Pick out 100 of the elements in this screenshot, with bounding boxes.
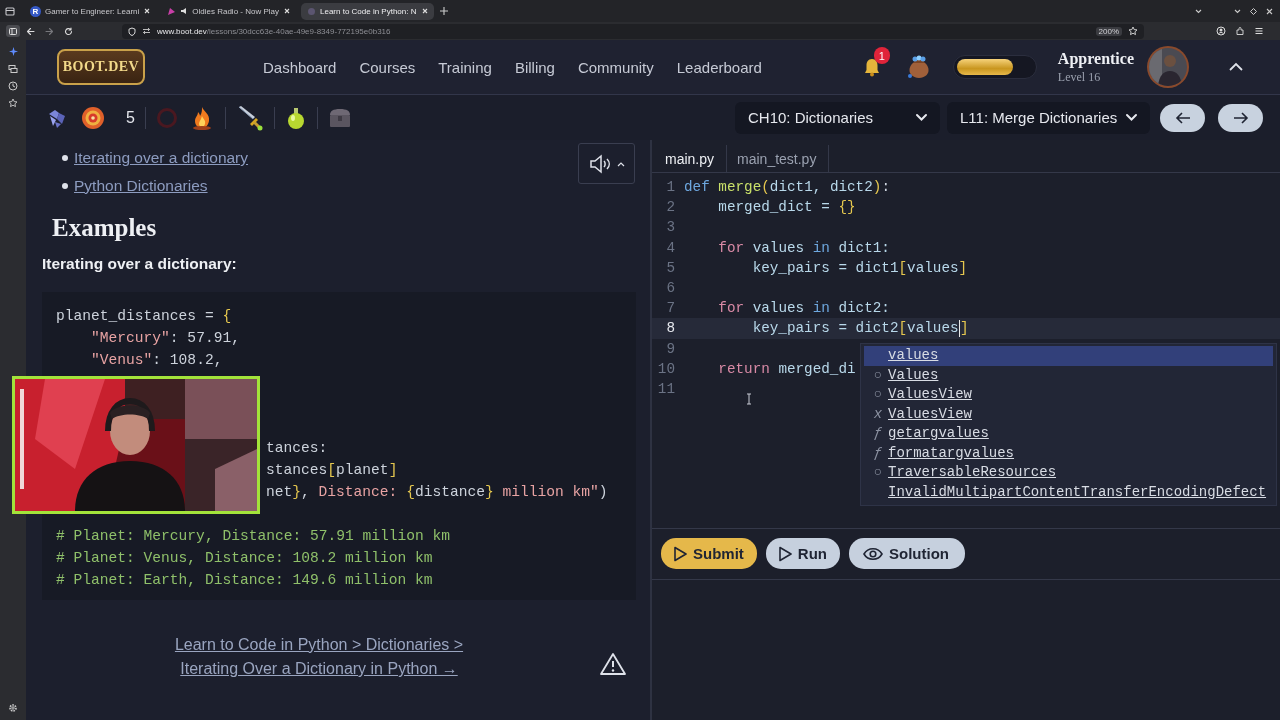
line-number: 9 [665,339,675,359]
extensions-icon[interactable] [1235,26,1245,36]
forward-icon[interactable] [45,26,54,36]
breadcrumb-link[interactable]: Learn to Code in Python > Dictionaries > [174,635,464,655]
browser-tab[interactable]: Learn to Code in Python: N [301,2,434,20]
clock-icon[interactable] [8,81,18,91]
back-icon[interactable] [26,26,35,36]
eye-icon [863,546,883,561]
sidebar-toggle[interactable] [6,25,20,37]
close-icon[interactable] [1265,6,1274,16]
site-favicon-icon [307,6,316,16]
arrow-left-icon [1174,110,1191,125]
submit-button[interactable]: Submit [661,538,757,569]
star-icon[interactable] [8,98,18,108]
line-number: 2 [665,198,675,218]
sidebar-icon [9,27,17,35]
radio-favicon-icon [167,6,177,16]
nav-link[interactable]: Billing [514,58,555,76]
rank-title: Apprentice [1057,49,1134,68]
target-icon[interactable] [80,104,106,131]
restore-icon[interactable] [1249,6,1258,16]
code-line: "Venus": 108.2, [90,351,223,370]
account-icon[interactable] [1216,26,1226,36]
speaker-icon[interactable] [180,7,189,15]
code-line: planet_distances = { [56,307,232,326]
caret-up-icon[interactable] [1228,62,1244,72]
line-number: 11 [656,379,675,399]
code-line: merged_dict = {} [717,198,856,218]
previous-button[interactable] [1160,103,1205,132]
caret-down-icon [1125,113,1138,122]
nav-link[interactable]: Courses [359,58,416,76]
close-icon[interactable] [420,7,429,15]
suggestion-item[interactable]: ○ ValuesView [864,385,1273,405]
file-tab[interactable]: main.py [655,145,728,172]
close-icon[interactable] [283,7,291,15]
link[interactable]: Iterating over a dictionary [74,149,249,167]
code-line: def merge(dict1, dict2): [684,178,890,197]
suggestion-item[interactable]: x ValuesView [864,404,1273,424]
sparkle-icon[interactable] [7,46,19,57]
text-cursor-icon [746,393,752,405]
address-bar[interactable]: www.boot.dev/lessons/30dcc63e-40ae-49e9-8349-772195e0b316 200% [122,23,1144,39]
solution-button[interactable]: Solution [849,538,965,569]
nav-link[interactable]: Leaderboard [676,58,762,76]
play-icon [777,545,792,562]
nav-link[interactable]: Community [577,58,654,76]
caret-down-icon [915,113,928,122]
reload-icon[interactable] [64,26,73,36]
swap-icon[interactable] [142,27,151,35]
chapter-dropdown[interactable]: CH10: Dictionaries [735,101,940,134]
section-heading: Examples [52,214,158,243]
link[interactable]: Python Dictionaries [74,177,208,195]
tab-list-icon[interactable] [4,5,16,17]
menu-icon[interactable] [1254,26,1264,36]
notification-badge: 1 [873,47,890,64]
arrow-right-icon [1232,110,1249,125]
browser-tab[interactable]: R Gamer to Engineer: Learni [24,2,157,20]
breadcrumb-link[interactable]: Iterating Over a Dictionary in Python → [180,659,458,679]
warning-icon[interactable] [600,652,626,676]
nav-link[interactable]: Dashboard [263,58,337,76]
shield-icon[interactable] [128,26,136,36]
line-number: 3 [665,218,675,238]
caret-up-icon [616,160,625,167]
code-line: key_pairs = dict2[values] [751,319,969,339]
code-comment: # Planet: Mercury, Distance: 57.91 million km [56,527,451,546]
code-line: "Mercury": 57.91, [90,329,240,348]
code-line: net}, Distance: {distance} million km") [266,483,608,502]
line-number: 4 [665,238,675,258]
suggestion-item[interactable]: ○ Values [864,365,1273,385]
suggestion-item[interactable]: ƒ getargvalues [864,424,1273,444]
chest-icon[interactable] [327,106,352,129]
next-button[interactable] [1218,103,1263,132]
code-line: stances[planet] [266,461,398,480]
code-comment: # Planet: Venus, Distance: 108.2 million km [56,549,433,568]
line-number: 10 [656,359,675,379]
suggestion-item[interactable]: InvalidMultipartContentTransferEncodingDefect [864,482,1273,502]
code-line: tances: [266,439,328,458]
lesson-dropdown[interactable]: L11: Merge Dictionaries [947,101,1150,134]
suggestion-item[interactable]: ○ TraversableResources [864,463,1273,483]
site-favicon: R [30,5,41,17]
file-tab[interactable]: main_test.py [727,145,830,172]
logo[interactable]: BOOT.DEV [57,49,145,85]
new-tab-icon[interactable] [438,6,449,16]
star-icon[interactable] [1128,26,1138,36]
code-line: for values in dict1: [717,238,890,258]
tabs-icon[interactable] [8,64,18,74]
zoom-level[interactable]: 200% [1095,26,1122,36]
line-number: 8 [665,319,675,339]
line-number: 7 [665,299,675,319]
close-icon[interactable] [143,7,152,15]
example-title: Iterating over a dictionary: [42,255,238,274]
gear-icon[interactable] [8,703,18,713]
run-button[interactable]: Run [765,538,840,569]
audio-button[interactable] [578,143,635,184]
nav-link[interactable]: Training [438,58,492,76]
item-count: 5 [126,108,135,127]
code-line: return merged_di [717,359,856,379]
line-number: 5 [665,258,675,278]
suggestion-item[interactable]: values [864,346,1273,366]
browser-tab[interactable]: Oldies Radio - Now Play [161,2,296,20]
suggestion-item[interactable]: ƒ formatargvalues [864,443,1273,463]
